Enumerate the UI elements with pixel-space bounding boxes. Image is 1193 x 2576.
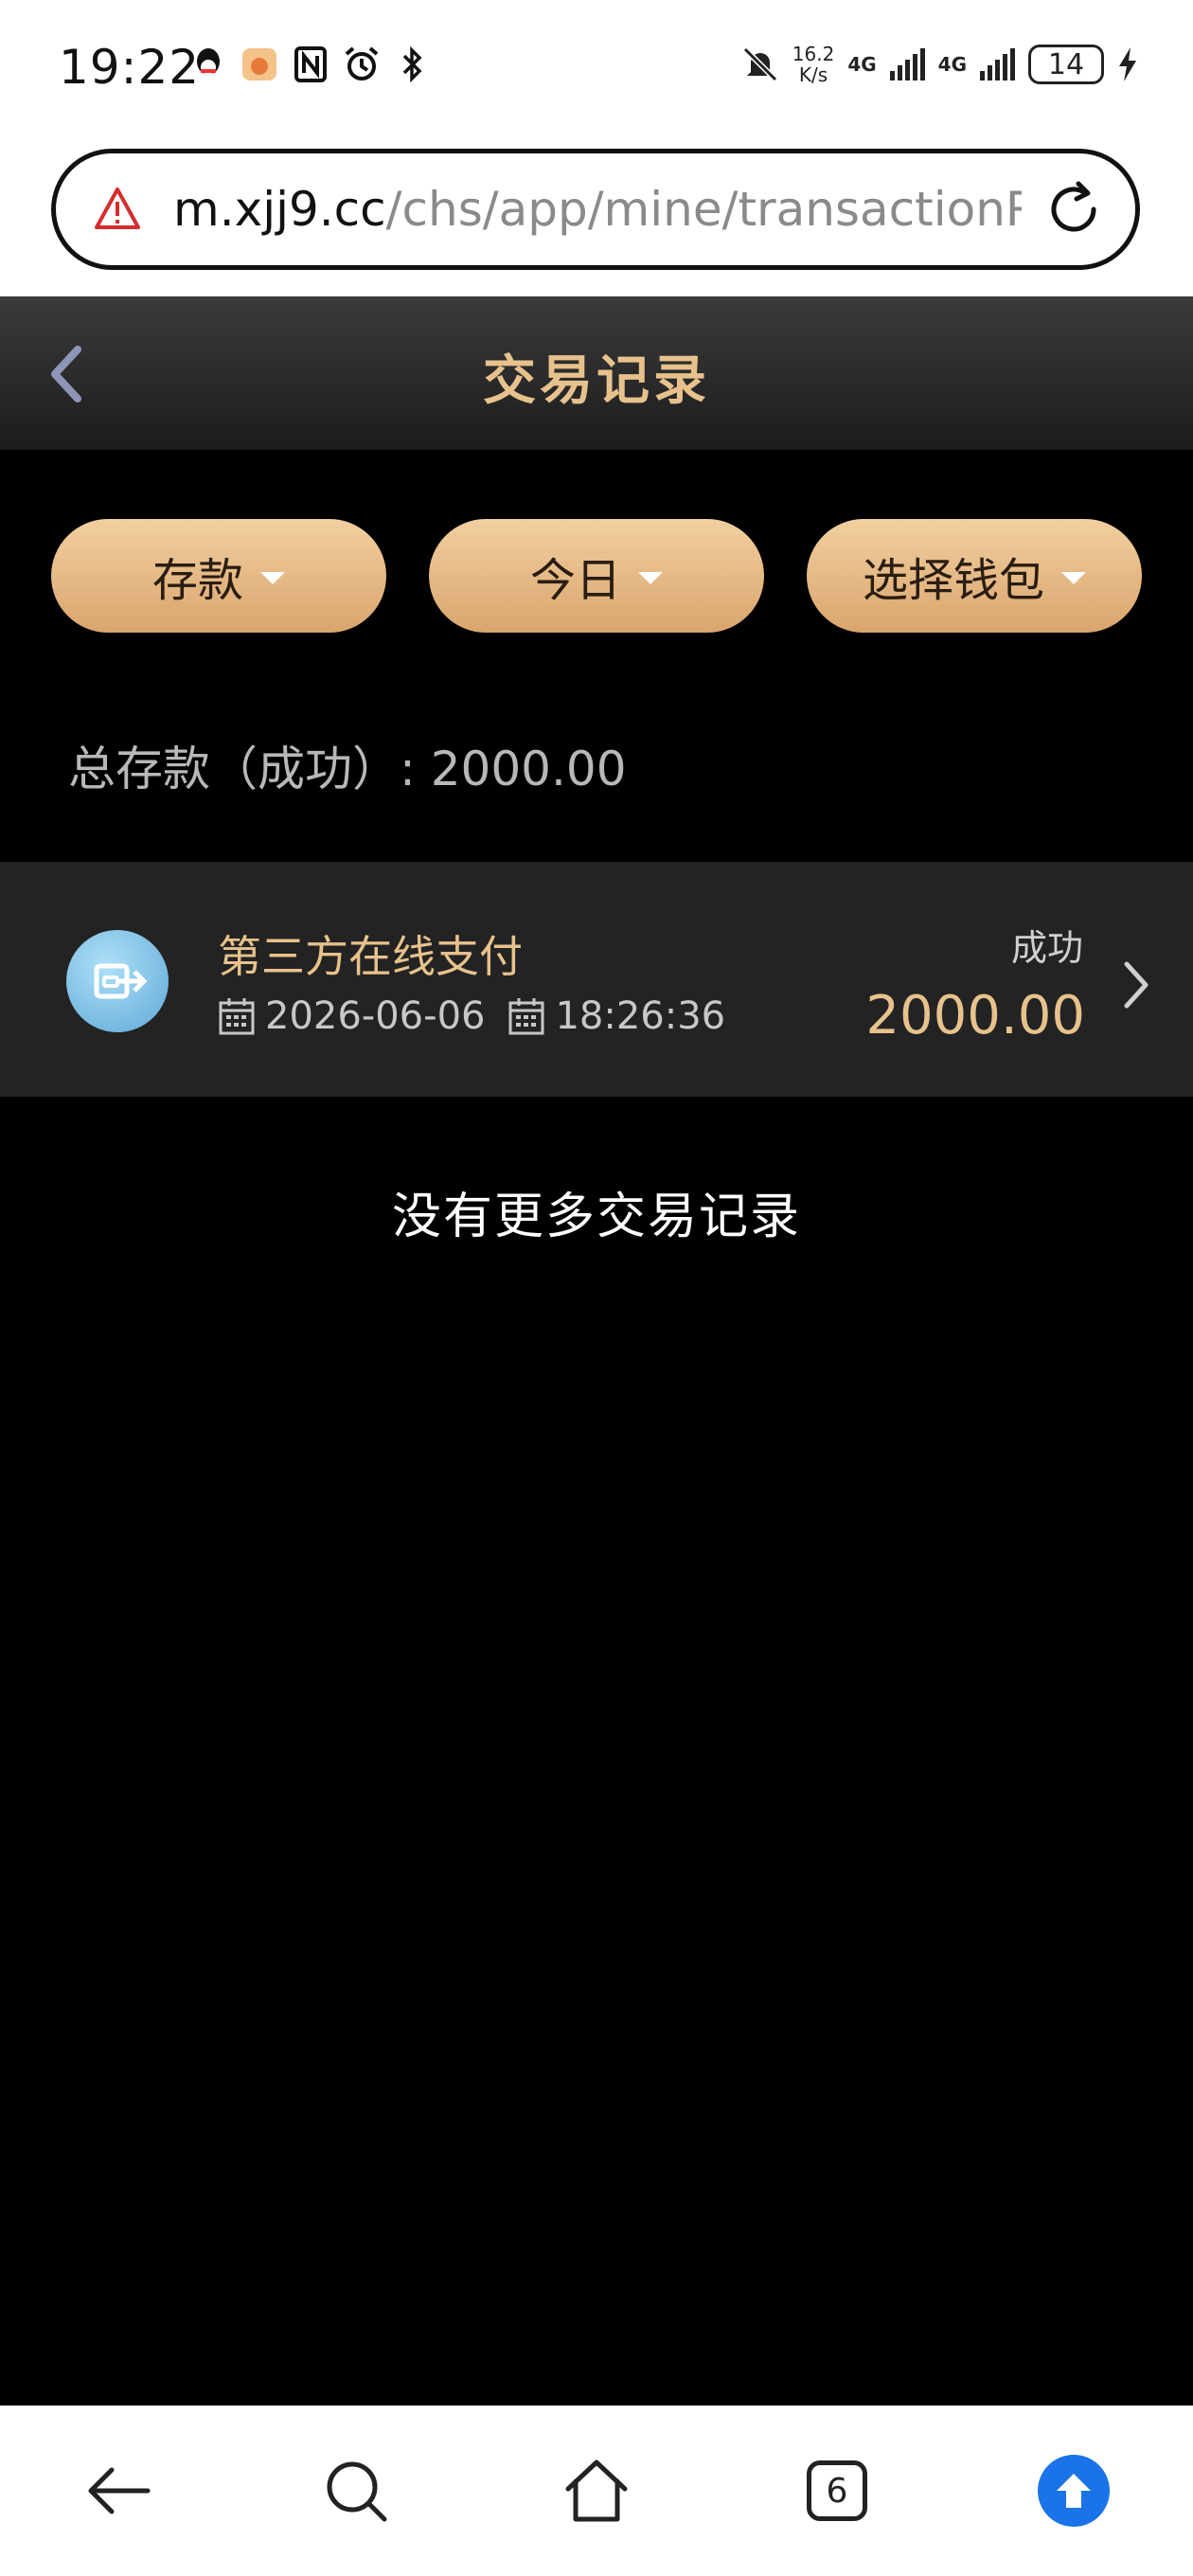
filter-type-label: 存款	[151, 554, 243, 607]
calendar-icon	[219, 998, 255, 1035]
signal-bars-2-icon	[980, 48, 1015, 80]
signal-bars-1-icon	[889, 48, 925, 80]
filter-bar: 存款 今日 选择钱包	[51, 519, 1142, 633]
bluetooth-icon	[394, 45, 432, 83]
no-more-records: 没有更多交易记录	[391, 1189, 801, 1245]
transaction-amount: 2000.00	[865, 985, 1085, 1046]
browser-bottom-nav: 6	[0, 2406, 1193, 2576]
filter-date-label: 今日	[529, 554, 621, 607]
network-type-1: 4G	[847, 53, 877, 76]
caret-down-icon	[1061, 571, 1086, 584]
app-icon	[240, 45, 278, 83]
chevron-right-icon[interactable]	[1117, 957, 1155, 1013]
transaction-row[interactable]: 第三方在线支付 2026-06-06 18:26:36 成功 2000.00	[0, 862, 1193, 1097]
payment-method-icon	[66, 930, 169, 1032]
status-bar: 19:22 16.2 K/s 4G 4G 14	[0, 0, 1193, 137]
transaction-date: 2026-06-06	[265, 994, 486, 1038]
warning-icon[interactable]	[94, 186, 141, 233]
mute-bell-icon	[742, 46, 777, 82]
qq-icon	[189, 45, 227, 83]
arrow-up-icon	[1057, 2474, 1091, 2508]
transaction-title: 第三方在线支付	[218, 931, 523, 982]
tabs-button[interactable]: 6	[801, 2455, 873, 2527]
battery-indicator: 14	[1028, 45, 1104, 84]
system-status: 16.2 K/s 4G 4G 14	[741, 44, 1138, 85]
search-icon[interactable]	[320, 2455, 392, 2527]
page-title: 交易记录	[483, 350, 710, 412]
calendar-icon	[508, 998, 544, 1035]
filter-type-button[interactable]: 存款	[51, 519, 386, 633]
transaction-time: 18:26:36	[555, 994, 726, 1038]
network-type-2: 4G	[937, 53, 967, 76]
reload-icon[interactable]	[1041, 176, 1107, 242]
status-time: 19:22	[59, 40, 201, 95]
alarm-icon	[343, 45, 381, 83]
notification-icons	[189, 45, 432, 83]
url-path: /chs/app/mine/transactionRe	[385, 182, 1022, 237]
tabs-count: 6	[807, 2460, 867, 2521]
nfc-icon	[292, 45, 329, 83]
back-arrow-icon[interactable]	[83, 2455, 155, 2527]
url-text[interactable]: m.xjj9.cc/chs/app/mine/transactionRe	[173, 182, 1022, 237]
home-icon[interactable]	[561, 2455, 632, 2527]
filter-date-button[interactable]: 今日	[429, 519, 764, 633]
filter-wallet-button[interactable]: 选择钱包	[807, 519, 1142, 633]
app-header: 交易记录	[0, 296, 1193, 450]
net-speed: 16.2 K/s	[792, 43, 835, 86]
total-deposit: 总存款（成功）: 2000.00	[68, 742, 627, 796]
caret-down-icon	[638, 571, 663, 584]
caret-down-icon	[260, 571, 285, 584]
upload-button[interactable]	[1038, 2455, 1110, 2527]
url-host: m.xjj9.cc	[173, 182, 386, 237]
charging-icon	[1119, 47, 1136, 81]
address-bar[interactable]: m.xjj9.cc/chs/app/mine/transactionRe	[51, 149, 1140, 270]
browser-toolbar: m.xjj9.cc/chs/app/mine/transactionRe	[0, 137, 1193, 296]
transaction-status: 成功	[1010, 927, 1083, 969]
filter-wallet-label: 选择钱包	[862, 554, 1044, 607]
transaction-datetime: 2026-06-06 18:26:36	[218, 994, 725, 1038]
